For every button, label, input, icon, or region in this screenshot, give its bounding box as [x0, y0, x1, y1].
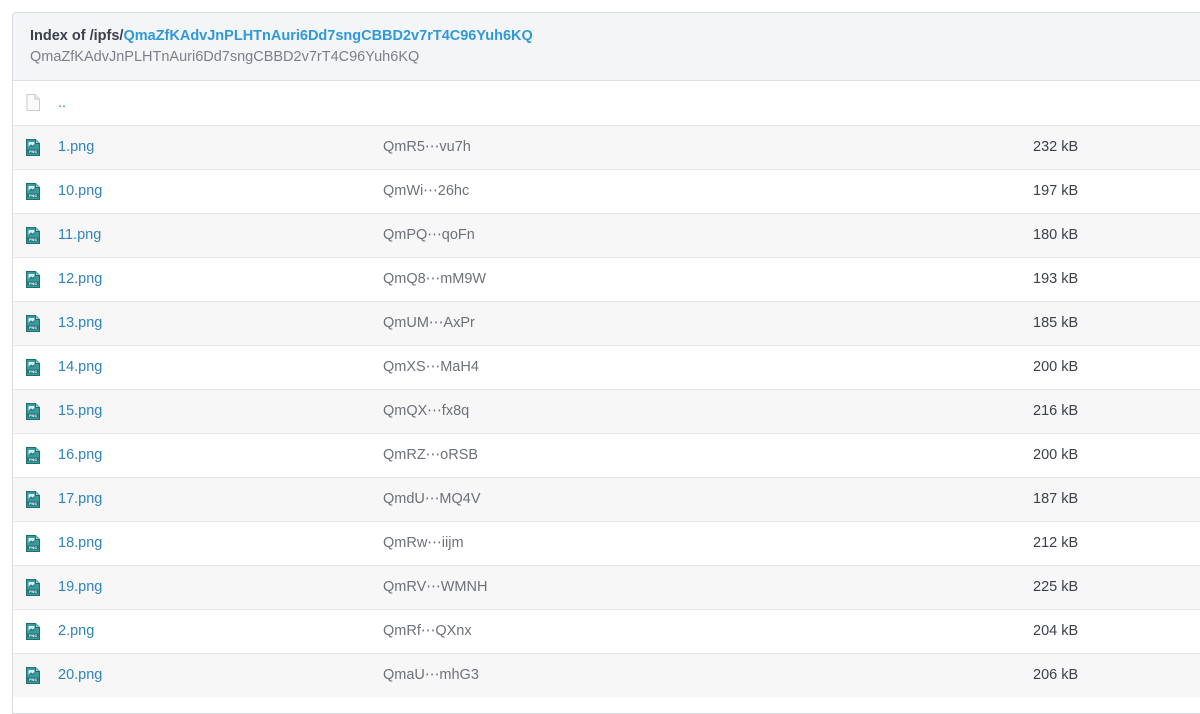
- file-size: 204 kB: [1033, 623, 1079, 639]
- parent-directory-row[interactable]: ..: [13, 81, 1200, 125]
- svg-text:PNG: PNG: [29, 458, 37, 462]
- svg-text:PNG: PNG: [29, 238, 37, 242]
- file-name-link[interactable]: 19.png: [58, 579, 102, 595]
- file-row[interactable]: PNG 13.png QmUM⋯AxPr 185 kB: [13, 301, 1200, 345]
- svg-text:PNG: PNG: [29, 326, 37, 330]
- file-hash: QmdU⋯MQ4V: [383, 491, 481, 507]
- file-hash: QmRZ⋯oRSB: [383, 447, 479, 463]
- file-name-link[interactable]: 20.png: [58, 667, 102, 683]
- file-size: 232 kB: [1033, 139, 1079, 155]
- file-name-link[interactable]: 18.png: [58, 535, 102, 551]
- file-hash: QmXS⋯MaH4: [383, 359, 479, 375]
- blank-file-icon: [26, 94, 58, 112]
- file-name-link[interactable]: 15.png: [58, 403, 102, 419]
- file-name-link[interactable]: 14.png: [58, 359, 102, 375]
- file-name-link[interactable]: 10.png: [58, 183, 102, 199]
- file-name-link[interactable]: 17.png: [58, 491, 102, 507]
- file-hash: QmRw⋯iijm: [383, 535, 464, 551]
- file-row[interactable]: PNG 16.png QmRZ⋯oRSB 200 kB: [13, 433, 1200, 477]
- file-name-link[interactable]: 12.png: [58, 271, 102, 287]
- file-row[interactable]: PNG 18.png QmRw⋯iijm 212 kB: [13, 521, 1200, 565]
- file-size: 225 kB: [1033, 579, 1079, 595]
- file-size: 200 kB: [1033, 447, 1079, 463]
- file-size: 180 kB: [1033, 227, 1079, 243]
- file-hash: QmR5⋯vu7h: [383, 139, 471, 155]
- png-file-icon: PNG: [26, 226, 58, 244]
- file-size: 206 kB: [1033, 667, 1079, 684]
- file-row[interactable]: PNG 17.png QmdU⋯MQ4V 187 kB: [13, 477, 1200, 521]
- file-hash: QmQX⋯fx8q: [383, 403, 470, 419]
- file-name-link[interactable]: 1.png: [58, 139, 94, 155]
- png-file-icon: PNG: [26, 402, 58, 420]
- file-name-link[interactable]: 13.png: [58, 315, 102, 331]
- file-name-link[interactable]: 11.png: [58, 227, 101, 243]
- file-name-link[interactable]: 2.png: [58, 623, 94, 639]
- png-file-icon: PNG: [26, 314, 58, 332]
- file-size: 216 kB: [1033, 403, 1079, 419]
- file-row[interactable]: PNG 1.png QmR5⋯vu7h 232 kB: [13, 125, 1200, 169]
- directory-listing: Index of /ipfs/QmaZfKAdvJnPLHTnAuri6Dd7s…: [12, 12, 1200, 714]
- file-row[interactable]: PNG 10.png QmWi⋯26hc 197 kB: [13, 169, 1200, 213]
- file-row[interactable]: PNG 12.png QmQ8⋯mM9W 193 kB: [13, 257, 1200, 301]
- listing-header: Index of /ipfs/QmaZfKAdvJnPLHTnAuri6Dd7s…: [13, 13, 1200, 81]
- header-path-prefix: Index of /ipfs/: [30, 28, 124, 44]
- file-name-link[interactable]: 16.png: [58, 447, 102, 463]
- header-cid-link[interactable]: QmaZfKAdvJnPLHTnAuri6Dd7sngCBBD2v7rT4C96…: [123, 28, 532, 44]
- file-row[interactable]: PNG 15.png QmQX⋯fx8q 216 kB: [13, 389, 1200, 433]
- file-hash: QmQ8⋯mM9W: [383, 271, 487, 287]
- png-file-icon: PNG: [26, 270, 58, 288]
- file-hash: QmWi⋯26hc: [383, 183, 470, 199]
- svg-text:PNG: PNG: [29, 678, 37, 682]
- png-file-icon: PNG: [26, 666, 58, 684]
- png-file-icon: PNG: [26, 622, 58, 640]
- file-hash: QmRf⋯QXnx: [383, 623, 472, 639]
- file-hash: QmRV⋯WMNH: [383, 579, 488, 595]
- svg-text:PNG: PNG: [29, 414, 37, 418]
- png-file-icon: PNG: [26, 534, 58, 552]
- header-path: Index of /ipfs/QmaZfKAdvJnPLHTnAuri6Dd7s…: [30, 27, 1200, 46]
- file-size: 193 kB: [1033, 271, 1079, 287]
- file-row[interactable]: PNG 20.png QmaU⋯mhG3 206 kB: [13, 653, 1200, 697]
- png-file-icon: PNG: [26, 446, 58, 464]
- png-file-icon: PNG: [26, 578, 58, 596]
- file-size: 197 kB: [1033, 183, 1079, 199]
- svg-text:PNG: PNG: [29, 150, 37, 154]
- file-size: 212 kB: [1033, 535, 1079, 551]
- file-hash: QmPQ⋯qoFn: [383, 227, 475, 243]
- parent-directory-link[interactable]: ..: [58, 95, 66, 111]
- file-hash: QmaU⋯mhG3: [383, 667, 479, 684]
- file-row[interactable]: PNG 11.png QmPQ⋯qoFn 180 kB: [13, 213, 1200, 257]
- svg-text:PNG: PNG: [29, 370, 37, 374]
- file-row[interactable]: PNG 14.png QmXS⋯MaH4 200 kB: [13, 345, 1200, 389]
- file-row[interactable]: PNG 2.png QmRf⋯QXnx 204 kB: [13, 609, 1200, 653]
- png-file-icon: PNG: [26, 490, 58, 508]
- file-size: 185 kB: [1033, 315, 1079, 331]
- svg-text:PNG: PNG: [29, 634, 37, 638]
- png-file-icon: PNG: [26, 182, 58, 200]
- svg-text:PNG: PNG: [29, 590, 37, 594]
- png-file-icon: PNG: [26, 358, 58, 376]
- file-size: 200 kB: [1033, 359, 1079, 375]
- file-hash: QmUM⋯AxPr: [383, 315, 475, 331]
- svg-text:PNG: PNG: [29, 546, 37, 550]
- file-table: .. PNG 1.png QmR5⋯vu7h 232 kB PNG 10.png…: [13, 81, 1200, 697]
- file-row[interactable]: PNG 19.png QmRV⋯WMNH 225 kB: [13, 565, 1200, 609]
- file-size: 187 kB: [1033, 491, 1079, 507]
- svg-text:PNG: PNG: [29, 194, 37, 198]
- png-file-icon: PNG: [26, 138, 58, 156]
- header-cid-subtitle: QmaZfKAdvJnPLHTnAuri6Dd7sngCBBD2v7rT4C96…: [30, 49, 420, 65]
- svg-text:PNG: PNG: [29, 282, 37, 286]
- svg-text:PNG: PNG: [29, 502, 37, 506]
